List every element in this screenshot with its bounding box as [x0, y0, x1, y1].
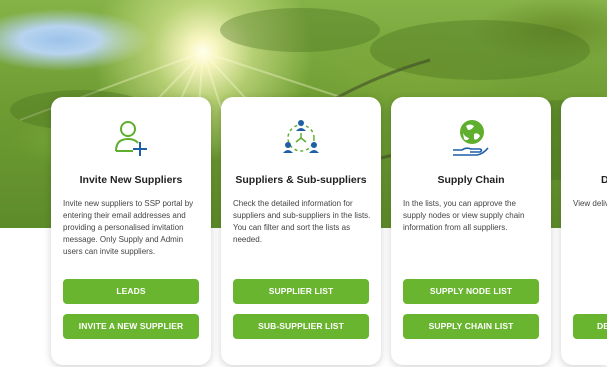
invite-new-supplier-button[interactable]: INVITE A NEW SUPPLIER [63, 314, 199, 339]
supply-node-list-button[interactable]: SUPPLY NODE LIST [403, 279, 539, 304]
add-user-icon [51, 117, 211, 159]
card-invite-new-suppliers: Invite New Suppliers Invite new supplier… [51, 97, 211, 365]
network-icon [221, 117, 381, 159]
globe-hand-icon [391, 117, 551, 159]
supplier-list-button[interactable]: SUPPLIER LIST [233, 279, 369, 304]
supply-chain-list-button[interactable]: SUPPLY CHAIN LIST [403, 314, 539, 339]
card-title: D [601, 174, 607, 186]
card-suppliers-sub-suppliers: Suppliers & Sub-suppliers Check the deta… [221, 97, 381, 365]
card-description: Invite new suppliers to SSP portal by en… [63, 199, 194, 256]
card-description: View deliv suppliers, delivery fo [573, 199, 607, 208]
card-delivery-partial: D View deliv suppliers, delivery fo DE [561, 97, 607, 365]
card-title: Invite New Suppliers [79, 174, 183, 186]
card-title: Suppliers & Sub-suppliers [235, 174, 367, 186]
delivery-button[interactable]: DE [573, 314, 607, 339]
card-description: In the lists, you can approve the supply… [403, 199, 525, 232]
card-title: Supply Chain [437, 174, 505, 186]
sub-supplier-list-button[interactable]: SUB-SUPPLIER LIST [233, 314, 369, 339]
card-description: Check the detailed information for suppl… [233, 199, 371, 244]
leads-button[interactable]: LEADS [63, 279, 199, 304]
card-supply-chain: Supply Chain In the lists, you can appro… [391, 97, 551, 365]
